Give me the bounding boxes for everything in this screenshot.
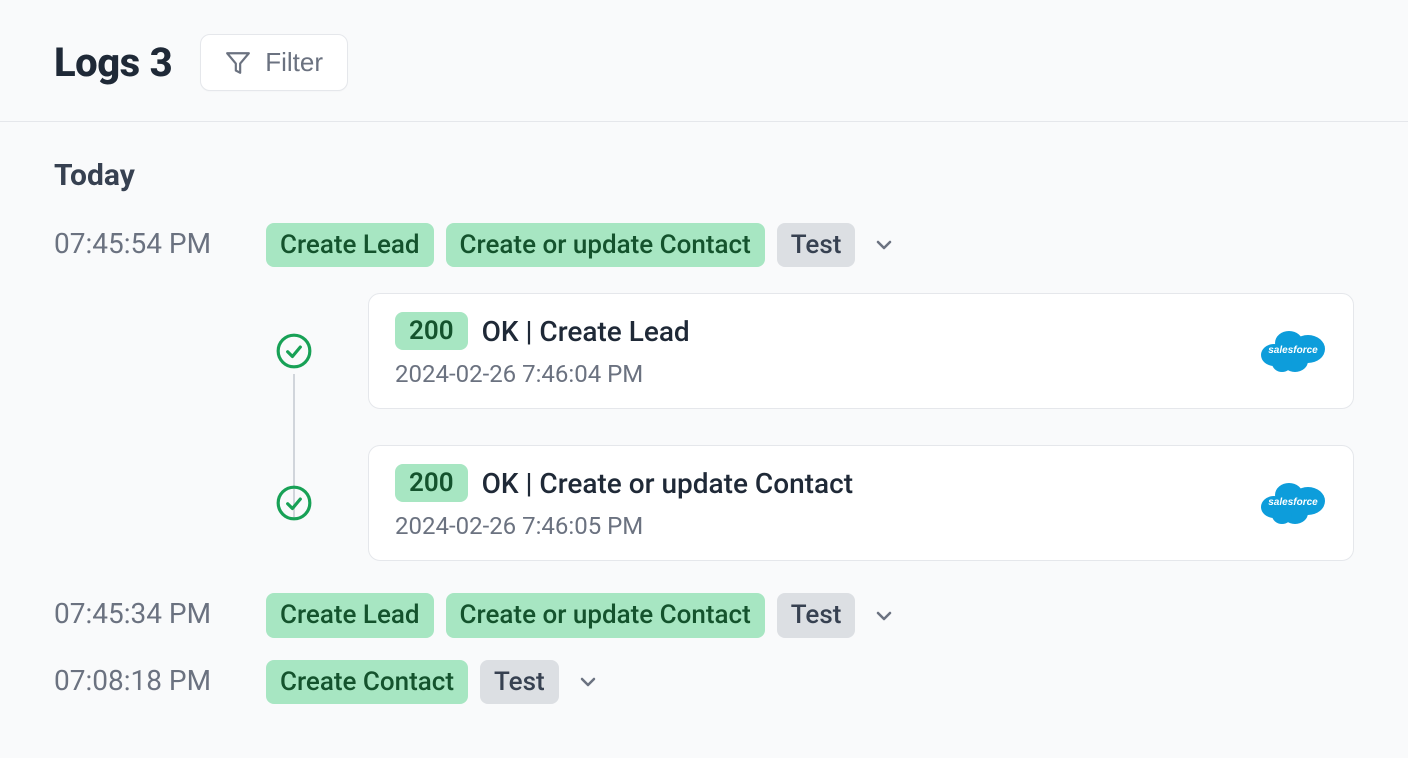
action-tag[interactable]: Create or update Contact	[446, 223, 765, 267]
filter-button[interactable]: Filter	[200, 34, 348, 91]
salesforce-icon: salesforce	[1259, 325, 1327, 375]
chevron-down-icon	[576, 670, 600, 694]
filter-icon	[225, 50, 251, 76]
log-entry-time: 07:08:18 PM	[54, 660, 254, 697]
expand-toggle[interactable]	[571, 665, 605, 699]
logs-page: Logs 3 Filter Today 07:45:54 PM Create L…	[0, 0, 1408, 758]
action-tag[interactable]: Create or update Contact	[446, 593, 765, 637]
header: Logs 3 Filter	[0, 0, 1408, 122]
svg-text:salesforce: salesforce	[1268, 345, 1318, 356]
log-entry: 07:45:54 PM Create Lead Create or update…	[54, 223, 1354, 571]
http-status-badge: 200	[395, 464, 468, 502]
log-entry-time: 07:45:54 PM	[54, 223, 254, 260]
log-step-card[interactable]: 200 OK | Create Lead 2024-02-26 7:46:04 …	[368, 293, 1354, 409]
env-tag[interactable]: Test	[777, 223, 856, 267]
env-tag[interactable]: Test	[480, 660, 559, 704]
content: Today 07:45:54 PM Create Lead Create or …	[0, 122, 1408, 758]
action-tag[interactable]: Create Lead	[266, 593, 434, 637]
chevron-down-icon	[872, 233, 896, 257]
log-entry-tags: Create Lead Create or update Contact Tes…	[266, 593, 1354, 637]
action-tag[interactable]: Create Lead	[266, 223, 434, 267]
provider-icon-salesforce: salesforce	[1259, 477, 1327, 527]
env-tag[interactable]: Test	[777, 593, 856, 637]
section-heading: Today	[54, 158, 1354, 193]
svg-text:salesforce: salesforce	[1268, 497, 1318, 508]
log-step: 200 OK | Create Lead 2024-02-26 7:46:04 …	[264, 293, 1354, 409]
log-entry: 07:45:34 PM Create Lead Create or update…	[54, 593, 1354, 637]
log-entry-tags: Create Lead Create or update Contact Tes…	[266, 223, 1354, 267]
check-circle-icon	[275, 332, 313, 370]
log-step-timestamp: 2024-02-26 7:46:04 PM	[395, 360, 1239, 388]
log-step-card[interactable]: 200 OK | Create or update Contact 2024-0…	[368, 445, 1354, 561]
page-title: Logs 3	[54, 39, 172, 86]
log-step-timestamp: 2024-02-26 7:46:05 PM	[395, 512, 1239, 540]
log-step-title: OK | Create or update Contact	[482, 467, 853, 500]
log-entry-expanded: 200 OK | Create Lead 2024-02-26 7:46:04 …	[54, 293, 1354, 571]
filter-label: Filter	[265, 47, 323, 78]
expand-toggle[interactable]	[867, 599, 901, 633]
log-entry-tags: Create Contact Test	[266, 660, 1354, 704]
log-entry: 07:08:18 PM Create Contact Test	[54, 660, 1354, 704]
collapse-toggle[interactable]	[867, 228, 901, 262]
log-step-title-row: 200 OK | Create or update Contact	[395, 464, 1239, 502]
log-entry-time: 07:45:34 PM	[54, 593, 254, 630]
http-status-badge: 200	[395, 312, 468, 350]
log-step-card-main: 200 OK | Create Lead 2024-02-26 7:46:04 …	[395, 312, 1239, 388]
page-title-text: Logs	[54, 39, 140, 86]
chevron-down-icon	[872, 604, 896, 628]
log-step-title-row: 200 OK | Create Lead	[395, 312, 1239, 350]
logs-count: 3	[150, 39, 173, 86]
step-status-icon-wrap	[264, 332, 324, 370]
log-step-card-main: 200 OK | Create or update Contact 2024-0…	[395, 464, 1239, 540]
log-step-title: OK | Create Lead	[482, 315, 690, 348]
step-status-icon-wrap	[264, 484, 324, 522]
action-tag[interactable]: Create Contact	[266, 660, 468, 704]
log-step: 200 OK | Create or update Contact 2024-0…	[264, 445, 1354, 561]
provider-icon-salesforce: salesforce	[1259, 325, 1327, 375]
salesforce-icon: salesforce	[1259, 477, 1327, 527]
check-circle-icon	[275, 484, 313, 522]
